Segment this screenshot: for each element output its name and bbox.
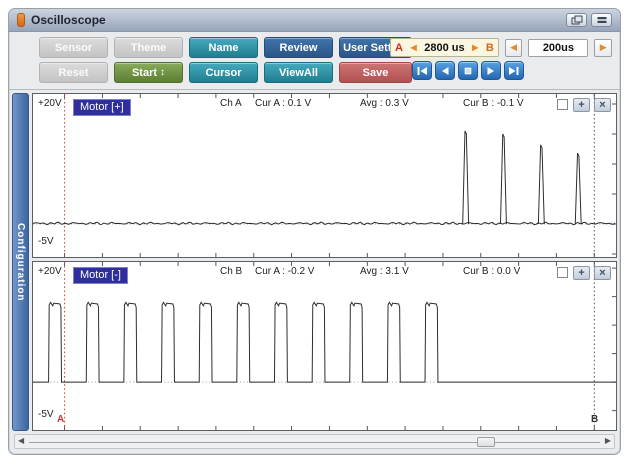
scroll-right-icon[interactable]: ▶ — [605, 436, 611, 445]
channel-b-cursor-a-measurement: Cur A : -0.2 V — [255, 266, 314, 277]
skip-to-end-icon — [507, 65, 521, 77]
step-forward-button[interactable] — [481, 61, 501, 80]
viewall-button[interactable]: ViewAll — [264, 62, 333, 83]
reset-button[interactable]: Reset — [39, 62, 108, 83]
playback-controls — [412, 61, 612, 80]
channel-b-checkbox[interactable] — [557, 267, 568, 278]
step-forward-icon — [484, 65, 498, 77]
minimize-icon — [596, 15, 608, 25]
channel-a-move-button[interactable]: + — [573, 98, 590, 112]
name-button[interactable]: Name — [189, 37, 258, 58]
configuration-tab-label: Configuration — [15, 223, 26, 302]
channel-a-scale-bottom: -5V — [38, 236, 54, 247]
timebase-increase-button[interactable]: ▶ — [594, 39, 612, 57]
channel-a-scale-top: +20V — [38, 98, 62, 109]
scrollbar-thumb[interactable] — [477, 437, 495, 447]
skip-to-end-button[interactable] — [504, 61, 524, 80]
channel-b-average-measurement: Avg : 3.1 V — [360, 266, 409, 277]
stop-button[interactable] — [458, 61, 478, 80]
range-left-arrow-icon: ◀ — [411, 43, 417, 52]
main-area: Configuration +20V Motor [+] Ch A Cur A … — [9, 90, 620, 431]
start-button[interactable]: Start ↕ — [114, 62, 183, 83]
restore-icon — [571, 15, 583, 25]
timebase-controls: A ◀ 2800 us ▶ B ◀ 200us ▶ — [390, 38, 612, 80]
range-right-arrow-icon: ▶ — [472, 43, 478, 52]
step-back-button[interactable] — [435, 61, 455, 80]
start-spinner-icon: ↕ — [160, 67, 165, 78]
channel-b-scale-top: +20V — [38, 266, 62, 277]
cursor-a-label: A — [395, 42, 403, 54]
oscilloscope-window: Oscilloscope Sensor Theme Name Review — [8, 8, 621, 455]
move-icon: + — [578, 268, 584, 279]
window-title: Oscilloscope — [31, 13, 106, 27]
cursor-button[interactable]: Cursor — [189, 62, 258, 83]
right-arrow-icon: ▶ — [600, 42, 607, 53]
channel-a-average-measurement: Avg : 0.3 V — [360, 98, 409, 109]
minimize-window-button[interactable] — [591, 13, 612, 27]
plot-area: +20V Motor [+] Ch A Cur A : 0.1 V Avg : … — [32, 93, 617, 431]
move-icon: + — [578, 100, 584, 111]
channel-b-cursor-b-measurement: Cur B : 0.0 V — [463, 266, 520, 277]
channel-b-name-badge[interactable]: Motor [-] — [73, 267, 128, 284]
channel-a-waveform[interactable] — [33, 94, 616, 257]
channel-a-name-badge[interactable]: Motor [+] — [73, 99, 131, 116]
skip-to-start-icon — [415, 65, 429, 77]
close-icon: × — [599, 100, 605, 111]
configuration-tab[interactable]: Configuration — [12, 93, 29, 431]
channel-a-close-button[interactable]: × — [594, 98, 611, 112]
skip-to-start-button[interactable] — [412, 61, 432, 80]
sensor-button[interactable]: Sensor — [39, 37, 108, 58]
cursor-range-display[interactable]: A ◀ 2800 us ▶ B — [390, 38, 499, 57]
channel-b-waveform[interactable] — [33, 262, 616, 430]
toolbar: Sensor Theme Name Review User Setting Re… — [9, 32, 620, 90]
left-arrow-icon: ◀ — [510, 42, 517, 53]
channel-b-scale-bottom: -5V — [38, 409, 54, 420]
timebase-value[interactable]: 200us — [528, 39, 588, 57]
channel-b-move-button[interactable]: + — [573, 266, 590, 280]
step-back-icon — [438, 65, 452, 77]
scrollbar-groove — [29, 442, 600, 443]
cursor-range-value: 2800 us — [424, 42, 464, 54]
timebase-decrease-button[interactable]: ◀ — [505, 39, 523, 57]
cursor-a-marker-label[interactable]: A — [57, 414, 64, 425]
review-button[interactable]: Review — [264, 37, 333, 58]
title-bar: Oscilloscope — [9, 9, 620, 32]
channel-a-label: Ch A — [220, 98, 242, 109]
channel-a-cursor-b-measurement: Cur B : -0.1 V — [463, 98, 524, 109]
restore-window-button[interactable] — [566, 13, 587, 27]
channel-b-label: Ch B — [220, 266, 242, 277]
channel-b-panel: +20V Motor [-] Ch B Cur A : -0.2 V Avg :… — [32, 261, 617, 431]
app-icon — [17, 13, 25, 27]
cursor-b-marker-label[interactable]: B — [591, 414, 598, 425]
channel-b-close-button[interactable]: × — [594, 266, 611, 280]
close-icon: × — [599, 268, 605, 279]
horizontal-scrollbar[interactable]: ◀ ▶ — [14, 434, 615, 449]
channel-a-panel: +20V Motor [+] Ch A Cur A : 0.1 V Avg : … — [32, 93, 617, 258]
channel-a-checkbox[interactable] — [557, 99, 568, 110]
channel-a-cursor-a-measurement: Cur A : 0.1 V — [255, 98, 311, 109]
scroll-left-icon[interactable]: ◀ — [18, 436, 24, 445]
theme-button[interactable]: Theme — [114, 37, 183, 58]
cursor-b-label: B — [486, 42, 494, 54]
stop-icon — [461, 65, 475, 77]
